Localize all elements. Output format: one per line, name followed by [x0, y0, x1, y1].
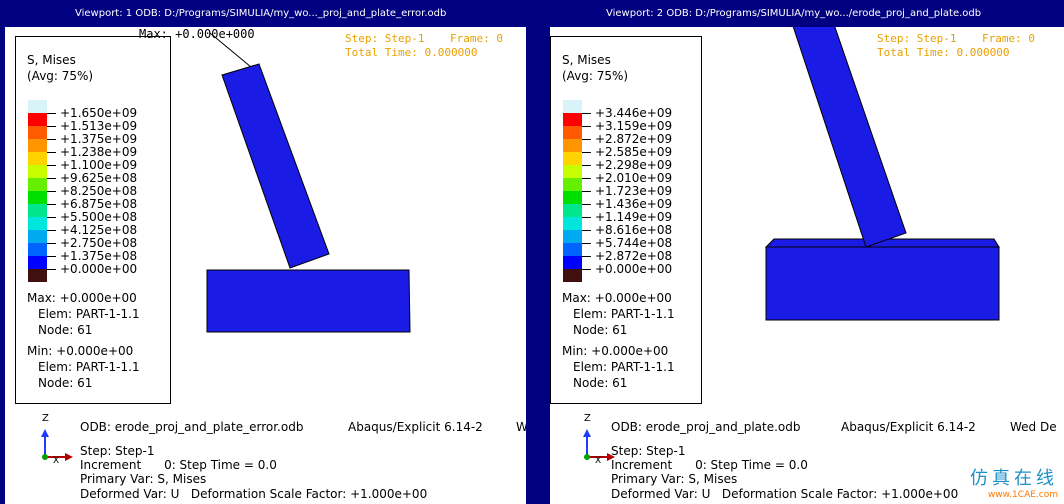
info-date: Wed De [1010, 420, 1057, 434]
triad-z-label: Z [584, 413, 591, 424]
projectile-part [221, 63, 330, 269]
info-date: W [516, 420, 526, 434]
watermark-cn: 仿真在线 [970, 468, 1058, 489]
watermark: 仿真在线 www.1CAE.com [970, 464, 1058, 500]
projectile-part [792, 27, 907, 248]
viewport-2[interactable]: Viewport: 2 ODB: D:/Programs/SIMULIA/my_… [533, 0, 1064, 504]
info-primary-var: Primary Var: S, Mises [611, 472, 738, 486]
viewport-2-canvas[interactable]: S, Mises (Avg: 75%) +3.446e+09 +3.159e+09… [550, 27, 1064, 504]
viewport-1-title: Viewport: 1 ODB: D:/Programs/SIMULIA/my_… [75, 8, 447, 19]
triad-x-label: X [595, 456, 601, 465]
info-step: Step: Step-1 [80, 444, 155, 458]
viewport-1-canvas[interactable]: S, Mises (Avg: 75%) +1.650e+09 +1.513e+09… [5, 27, 526, 504]
info-step: Step: Step-1 [611, 444, 686, 458]
triad-x-label: X [53, 456, 59, 465]
info-increment: Increment 0: Step Time = 0.0 [611, 458, 808, 472]
info-deformed-var: Deformed Var: U Deformation Scale Factor… [80, 487, 428, 501]
watermark-url: www.1CAE.com [987, 490, 1058, 500]
info-odb: ODB: erode_proj_and_plate_error.odb [80, 420, 304, 434]
plate-part [206, 269, 411, 333]
model-view[interactable] [550, 27, 1064, 427]
max-annotation-leader [209, 32, 252, 68]
plate-part [765, 246, 1000, 321]
viewport-2-title: Viewport: 2 ODB: D:/Programs/SIMULIA/my_… [606, 8, 982, 19]
info-solver: Abaqus/Explicit 6.14-2 [841, 420, 976, 434]
triad-z-label: Z [42, 413, 49, 424]
info-deformed-var: Deformed Var: U Deformation Scale Factor… [611, 487, 959, 501]
model-view[interactable] [5, 27, 526, 427]
info-increment: Increment 0: Step Time = 0.0 [80, 458, 277, 472]
info-odb: ODB: erode_proj_and_plate.odb [611, 420, 801, 434]
viewport-1[interactable]: Viewport: 1 ODB: D:/Programs/SIMULIA/my_… [0, 0, 531, 504]
info-primary-var: Primary Var: S, Mises [80, 472, 207, 486]
info-solver: Abaqus/Explicit 6.14-2 [348, 420, 483, 434]
